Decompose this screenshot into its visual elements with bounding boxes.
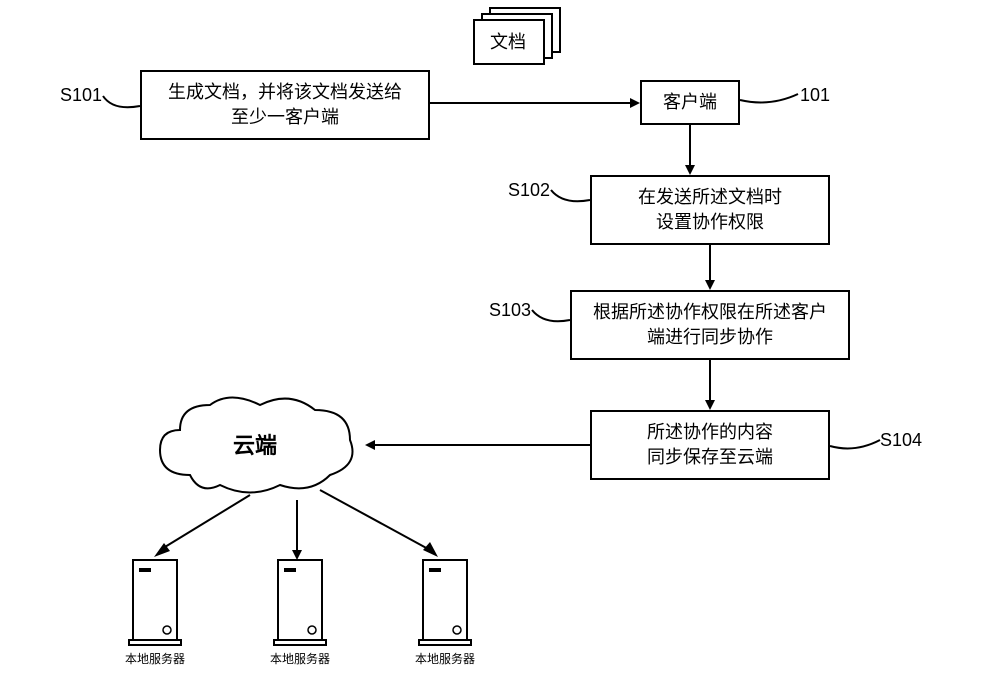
server-3-icon <box>405 550 485 660</box>
arrow-s104-cloud <box>360 438 595 458</box>
leader-s102 <box>551 190 593 210</box>
leader-101 <box>740 92 800 112</box>
svg-text:云端: 云端 <box>233 433 277 458</box>
server-3-label: 本地服务器 <box>405 650 485 667</box>
step-s103: 根据所述协作权限在所述客户 端进行同步协作 <box>570 290 850 360</box>
server-1-icon <box>115 550 195 660</box>
client-box: 客户端 <box>640 80 740 125</box>
label-s102: S102 <box>508 180 550 201</box>
arrow-s102-s103 <box>700 245 720 295</box>
label-s104: S104 <box>880 430 922 451</box>
label-s103: S103 <box>489 300 531 321</box>
server-1-label: 本地服务器 <box>115 650 195 667</box>
svg-text:文档: 文档 <box>490 32 526 52</box>
arrow-cloud-server1 <box>140 495 270 565</box>
label-s101: S101 <box>60 85 102 106</box>
arrow-s101-client <box>430 96 645 116</box>
step-s101: 生成文档，并将该文档发送给 至少一客户端 <box>140 70 430 140</box>
leader-s104 <box>830 438 885 458</box>
server-2-icon <box>260 550 340 660</box>
document-stack-icon: 文档 <box>470 8 590 68</box>
step-s104: 所述协作的内容 同步保存至云端 <box>590 410 830 480</box>
server-2-label: 本地服务器 <box>260 650 340 667</box>
leader-s101 <box>103 96 143 116</box>
arrow-client-s102 <box>680 125 700 180</box>
leader-s103 <box>532 310 574 330</box>
label-101: 101 <box>800 85 830 106</box>
arrow-s103-s104 <box>700 360 720 415</box>
step-s102: 在发送所述文档时 设置协作权限 <box>590 175 830 245</box>
arrow-cloud-server3 <box>310 490 460 565</box>
